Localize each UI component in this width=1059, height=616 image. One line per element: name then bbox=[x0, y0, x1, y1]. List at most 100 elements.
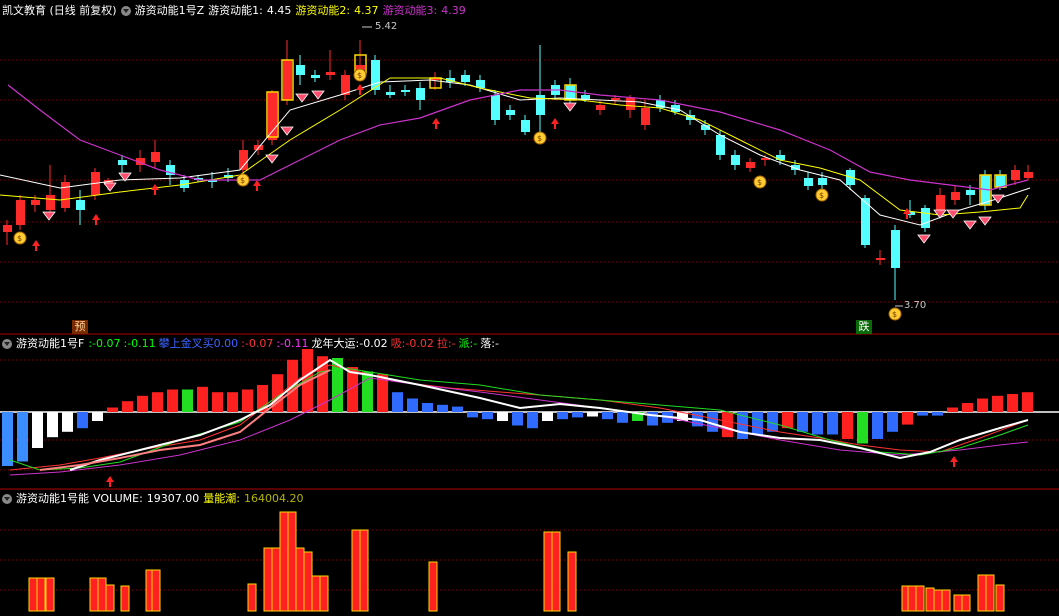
histogram-bar bbox=[92, 412, 103, 421]
volume-bar bbox=[89, 577, 99, 612]
histogram-bar bbox=[1022, 392, 1033, 412]
volume-bar bbox=[351, 529, 361, 612]
candle-body bbox=[3, 225, 12, 232]
volume-bar bbox=[295, 547, 305, 612]
chart-canvas[interactable]: $ $ $ $ $ $ $ bbox=[0, 0, 1059, 616]
volume-bar bbox=[543, 531, 553, 612]
candle-body bbox=[611, 98, 620, 100]
diamond-icon bbox=[103, 182, 117, 192]
line2-label: 游资动能2: bbox=[295, 4, 351, 17]
panel3-name[interactable]: 游资动能1号能 bbox=[16, 490, 89, 508]
histogram-bar bbox=[392, 392, 403, 412]
histogram-bar bbox=[602, 412, 613, 420]
histogram-bar bbox=[512, 412, 523, 426]
panel2-item-5: 龙年大运:-0.02 bbox=[311, 337, 388, 350]
buy-arrow bbox=[432, 118, 440, 129]
histogram-bar bbox=[797, 412, 808, 432]
histogram-bar bbox=[857, 412, 868, 444]
panel2-item-3: :-0.07 bbox=[241, 337, 274, 350]
candle-body bbox=[326, 72, 335, 75]
buy-arrow bbox=[253, 180, 261, 191]
candle-body bbox=[1024, 172, 1033, 178]
volume-bar bbox=[151, 569, 161, 612]
volume-bar bbox=[551, 531, 561, 612]
panel2-item-6: 吸:-0.02 bbox=[390, 337, 434, 350]
candle-body bbox=[268, 92, 277, 140]
candle-body bbox=[804, 178, 813, 186]
histogram-bar bbox=[452, 406, 463, 412]
formula-menu-icon[interactable] bbox=[120, 6, 131, 16]
panel2-menu-icon[interactable] bbox=[2, 339, 12, 349]
candle-body bbox=[386, 92, 395, 95]
panel2-item-1: :-0.11 bbox=[123, 337, 156, 350]
candle-body bbox=[891, 230, 900, 268]
candle-body bbox=[118, 160, 127, 165]
volume-bar bbox=[105, 584, 115, 612]
app-title[interactable]: 凯文教育 (日线 前复权) bbox=[2, 2, 117, 20]
candle-body bbox=[416, 88, 425, 100]
histogram-bar bbox=[617, 412, 628, 423]
chart-app: $ $ $ $ $ $ $ 凯文教育 (日线 前复权) 游资动能1号Z 游资动能1: 4.4… bbox=[0, 0, 1059, 616]
diamond-icon bbox=[42, 211, 56, 221]
histogram-bar bbox=[722, 412, 733, 438]
flow-value: 164004.20 bbox=[244, 492, 304, 505]
candle-body bbox=[966, 190, 975, 195]
panel3-menu-icon[interactable] bbox=[2, 494, 12, 504]
histogram-bar bbox=[17, 412, 28, 462]
candle-body bbox=[506, 110, 515, 115]
forecast-tag: 预 bbox=[72, 320, 88, 334]
histogram-bar bbox=[842, 412, 853, 439]
histogram-bar bbox=[122, 401, 133, 412]
panel2-item-9: 落:- bbox=[480, 337, 499, 350]
line1-label: 游资动能1: bbox=[208, 4, 263, 17]
candle-body bbox=[936, 195, 945, 210]
money-bag-symbol: $ bbox=[537, 134, 542, 143]
candle-body bbox=[296, 65, 305, 75]
volume-bar bbox=[925, 587, 935, 612]
volume-bar bbox=[303, 551, 313, 612]
candle-body bbox=[921, 208, 930, 228]
histogram-bar bbox=[167, 389, 178, 412]
histogram-bar bbox=[587, 412, 598, 417]
histogram-bar bbox=[47, 412, 58, 438]
high-price-label: 5.42 bbox=[375, 21, 398, 32]
candle-body bbox=[521, 120, 530, 132]
volume-bar bbox=[97, 577, 107, 612]
histogram-bar bbox=[872, 412, 883, 439]
panel2-name[interactable]: 游资动能1号F bbox=[16, 335, 84, 353]
volume-bar bbox=[567, 551, 577, 612]
histogram-bar bbox=[152, 392, 163, 412]
volume-bar bbox=[915, 585, 925, 612]
diamond-icon bbox=[265, 154, 279, 164]
volume-bar bbox=[985, 574, 995, 612]
money-bag-symbol: $ bbox=[757, 178, 762, 187]
line2-value: 4.37 bbox=[354, 4, 379, 17]
panel2-item-0: :-0.07 bbox=[88, 337, 121, 350]
panel2-item-2: 攀上金叉买0.00 bbox=[158, 337, 239, 350]
histogram-bar bbox=[542, 412, 553, 421]
diamond-icon bbox=[978, 216, 992, 226]
volume-bar bbox=[319, 575, 329, 612]
panel2-values: :-0.07:-0.11 攀上金叉买0.00:-0.07:-0.11 龙年大运:-0… bbox=[88, 335, 502, 353]
candle-body bbox=[151, 152, 160, 162]
flow-label: 量能潮: bbox=[203, 492, 240, 505]
histogram-bar bbox=[32, 412, 43, 448]
histogram-bar bbox=[242, 389, 253, 412]
money-bag-symbol: $ bbox=[357, 71, 362, 80]
candle-body bbox=[239, 150, 248, 170]
histogram-bar bbox=[572, 412, 583, 418]
volume-bar bbox=[287, 511, 297, 612]
candle-body bbox=[716, 135, 725, 155]
volume-bar bbox=[961, 594, 971, 612]
diamond-icon bbox=[963, 220, 977, 230]
panel2-header: 游资动能1号F :-0.07:-0.11 攀上金叉买0.00:-0.07:-0.1… bbox=[0, 335, 502, 353]
formula-name[interactable]: 游资动能1号Z bbox=[135, 2, 205, 20]
histogram-bar bbox=[962, 403, 973, 412]
volume-bar bbox=[428, 561, 438, 612]
panel2-item-7: 拉:- bbox=[436, 337, 456, 350]
low-price-label: 3.70 bbox=[904, 300, 927, 311]
volume-bar bbox=[247, 583, 257, 612]
volume-bar bbox=[45, 577, 55, 612]
diamond-icon bbox=[311, 90, 325, 100]
candle-body bbox=[491, 95, 500, 120]
